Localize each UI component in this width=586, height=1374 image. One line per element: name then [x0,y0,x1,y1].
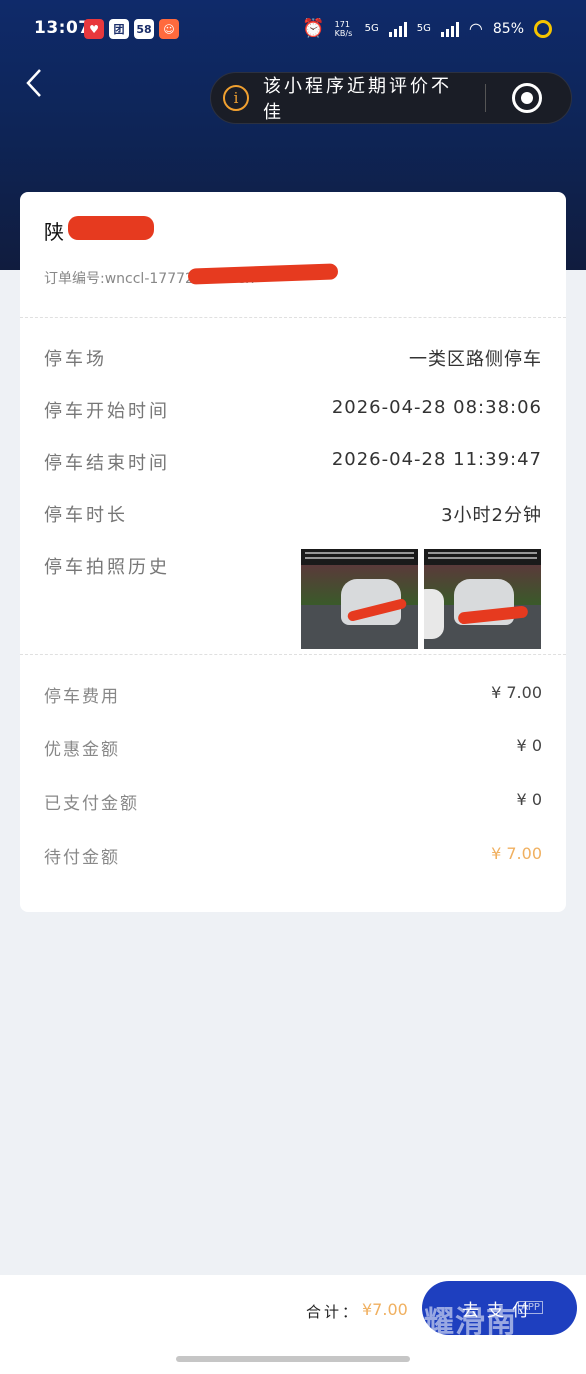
signal-bars-icon [388,21,407,37]
home-indicator [176,1356,410,1362]
info-icon: i [223,85,249,111]
back-arrow-icon[interactable] [24,68,46,98]
close-miniprogram-icon[interactable] [512,83,542,113]
net-speed: 171 KB/s [334,19,353,38]
parking-fee-label: 停车费用 [44,687,120,707]
app-heart-icon: ♥ [84,19,104,39]
end-time-value: 2026-04-28 11:39:47 [331,449,542,470]
discount-value: ¥ 0 [516,736,542,755]
duration-label: 停车时长 [44,505,128,526]
app-58-icon: 58 [134,19,154,39]
pending-amount-value: ¥ 7.00 [491,844,542,863]
parking-photo-2[interactable] [424,549,541,649]
plate-number: 陕 [44,220,64,244]
paid-amount-label: 已支付金额 [44,794,139,814]
start-time-label: 停车开始时间 [44,401,170,422]
pending-amount-label: 待付金额 [44,848,120,868]
parking-lot-label: 停车场 [44,349,107,370]
discount-label: 优惠金额 [44,740,120,760]
redaction-mark [68,216,154,240]
notice-text: 该小程序近期评价不佳 [263,76,452,123]
parking-photo-1[interactable] [301,549,418,649]
wifi-icon: ◠ [468,19,483,38]
redaction-mark-2 [187,263,339,285]
app-cat-icon: ☺ [159,19,179,39]
capsule-divider [485,84,486,112]
photo-history-label: 停车拍照历史 [44,557,170,578]
status-time: 13:07 [34,18,91,38]
signal-5g-label-2: 5G [416,23,431,34]
alarm-icon: ⏰ [302,18,325,39]
parking-lot-value: 一类区路侧停车 [409,349,542,370]
signal-bars-icon-2 [440,21,459,37]
duration-value: 3小时2分钟 [441,505,542,526]
status-right: ⏰ 171 KB/s 5G 5G ◠ 85% [302,18,552,39]
paid-amount-value: ¥ 0 [516,790,542,809]
signal-5g-label-1: 5G [364,23,379,34]
battery-label: 85% [492,20,524,37]
order-card: 陕 订单编号:wnccl-1777236686sx 停车场 一类区路侧停车 停车… [20,192,566,912]
dashed-divider [20,317,566,318]
app-tuan-icon: 团 [109,19,129,39]
watermark-logo: 耀滑南 [424,1305,517,1340]
watermark-badge: APP [518,1301,543,1314]
start-time-value: 2026-04-28 08:38:06 [331,397,542,418]
total-label: 合计： [306,1303,361,1321]
dashed-divider-2 [20,654,566,655]
notice-capsule[interactable]: i 该小程序近期评价不佳 [210,72,572,124]
status-bar: 13:07 ♥ 团 58 ☺ ⏰ 171 KB/s 5G 5G ◠ 85% [0,0,586,60]
parking-fee-value: ¥ 7.00 [491,683,542,702]
total-amount: ¥7.00 [362,1300,408,1319]
end-time-label: 停车结束时间 [44,453,170,474]
battery-ring-icon [534,19,552,38]
